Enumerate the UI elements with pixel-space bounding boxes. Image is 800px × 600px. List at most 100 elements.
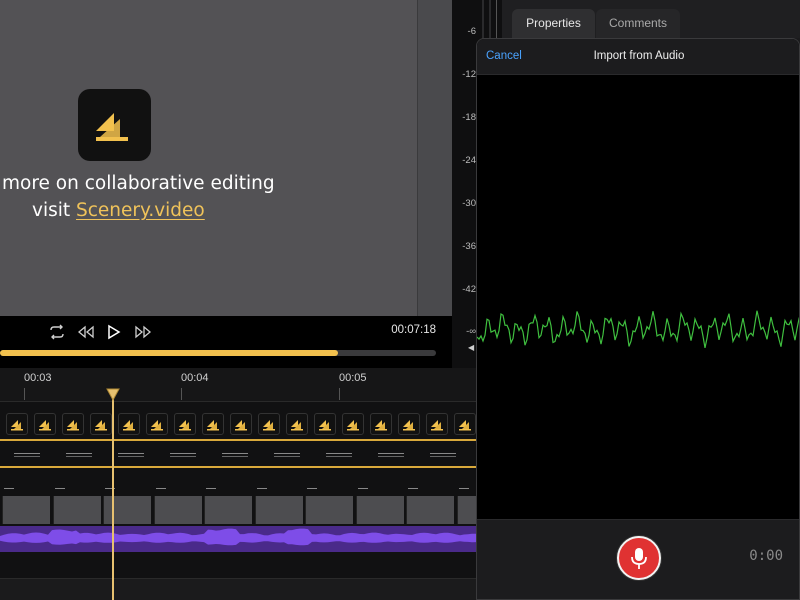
overlay-clip[interactable] bbox=[406, 496, 454, 524]
clip-thumbnail[interactable] bbox=[286, 413, 308, 435]
meter-label: -30 bbox=[462, 198, 476, 209]
clip-thumbnail[interactable] bbox=[230, 413, 252, 435]
overlay-clip-label bbox=[408, 488, 418, 491]
meter-label: -36 bbox=[462, 241, 476, 252]
clip-thumbnail[interactable] bbox=[342, 413, 364, 435]
overlay-clip[interactable] bbox=[305, 496, 353, 524]
ruler-tick-label: 00:04 bbox=[181, 372, 209, 384]
inspector-tabs: Properties Comments bbox=[502, 0, 800, 38]
overlay-clip-label bbox=[54, 488, 65, 491]
clip-thumbnail[interactable] bbox=[146, 413, 168, 435]
video-track[interactable] bbox=[0, 413, 476, 437]
caption-clip[interactable] bbox=[170, 453, 196, 457]
logo-icon bbox=[11, 420, 23, 431]
logo-icon bbox=[95, 420, 107, 431]
ruler-mark bbox=[24, 388, 25, 400]
logo-icon bbox=[403, 420, 415, 431]
overlay-clip[interactable] bbox=[2, 496, 50, 524]
caption-clip[interactable] bbox=[66, 453, 92, 457]
overlay-clip[interactable] bbox=[153, 496, 202, 524]
clip-thumbnail[interactable] bbox=[258, 413, 280, 435]
preview-caption: more on collaborative editing visit Scen… bbox=[0, 170, 275, 224]
logo-icon bbox=[207, 420, 219, 431]
overlay-clip-label bbox=[4, 488, 14, 491]
preview-side-panel bbox=[417, 0, 452, 316]
caption-clip[interactable] bbox=[326, 453, 352, 457]
clip-thumbnail[interactable] bbox=[314, 413, 336, 435]
meter-label: -∞ bbox=[466, 326, 476, 337]
clip-thumbnail[interactable] bbox=[6, 413, 28, 435]
clip-border bbox=[0, 466, 476, 468]
clip-thumbnail[interactable] bbox=[202, 413, 224, 435]
caption-clip[interactable] bbox=[118, 453, 144, 457]
scenery-link[interactable]: Scenery.video bbox=[76, 200, 205, 221]
progress-fill bbox=[0, 350, 338, 356]
caption-line-1: more on collaborative editing bbox=[2, 173, 275, 194]
overlay-clip[interactable] bbox=[456, 496, 476, 524]
recording-time: 0:00 bbox=[749, 548, 783, 564]
clip-thumbnail[interactable] bbox=[174, 413, 196, 435]
timeline-scrollbar[interactable] bbox=[0, 578, 476, 600]
overlay-clip-label bbox=[206, 488, 216, 491]
clip-thumbnail[interactable] bbox=[398, 413, 420, 435]
overlay-clip[interactable] bbox=[103, 496, 151, 524]
time-ruler[interactable]: 00:03 00:04 00:05 bbox=[0, 368, 476, 402]
ruler-mark bbox=[339, 388, 340, 400]
caption-clip[interactable] bbox=[222, 453, 248, 457]
overlay-clip[interactable] bbox=[204, 496, 252, 524]
meter-arrow-icon[interactable]: ◀ bbox=[468, 343, 474, 352]
overlay-clip-label bbox=[307, 488, 317, 491]
current-time: 00:07:18 bbox=[391, 324, 436, 336]
logo-icon bbox=[67, 420, 79, 431]
caption-clip[interactable] bbox=[274, 453, 300, 457]
clip-thumbnail[interactable] bbox=[426, 413, 448, 435]
ruler-mark bbox=[181, 388, 182, 400]
overlay-clip[interactable] bbox=[355, 496, 404, 524]
logo-icon bbox=[235, 420, 247, 431]
meter-label: -6 bbox=[467, 26, 476, 37]
fast-forward-button[interactable] bbox=[133, 324, 153, 342]
modal-footer: 0:00 bbox=[477, 519, 799, 599]
app-logo-icon bbox=[78, 89, 151, 161]
meter-label: -12 bbox=[462, 69, 476, 80]
play-button[interactable] bbox=[106, 324, 126, 342]
clip-thumbnail[interactable] bbox=[370, 413, 392, 435]
video-preview[interactable]: more on collaborative editing visit Scen… bbox=[0, 0, 417, 316]
loop-button[interactable] bbox=[48, 324, 68, 342]
rewind-button[interactable] bbox=[76, 324, 96, 342]
clip-thumbnail[interactable] bbox=[90, 413, 112, 435]
logo-icon bbox=[179, 420, 191, 431]
progress-track[interactable] bbox=[0, 350, 436, 356]
meter-label: -24 bbox=[462, 155, 476, 166]
clip-thumbnail[interactable] bbox=[454, 413, 476, 435]
overlay-track[interactable] bbox=[0, 486, 476, 526]
clip-border bbox=[0, 439, 476, 441]
audio-track[interactable] bbox=[0, 526, 476, 552]
caption-prefix: visit bbox=[32, 200, 77, 221]
logo-icon bbox=[151, 420, 163, 431]
playhead-handle-icon[interactable] bbox=[106, 388, 120, 402]
caption-clip[interactable] bbox=[378, 453, 404, 457]
overlay-clip[interactable] bbox=[52, 496, 101, 524]
clip-thumbnail[interactable] bbox=[34, 413, 56, 435]
overlay-clip[interactable] bbox=[254, 496, 303, 524]
tab-comments[interactable]: Comments bbox=[596, 9, 680, 38]
logo-icon bbox=[39, 420, 51, 431]
loop-icon bbox=[50, 324, 64, 340]
clip-thumbnail[interactable] bbox=[62, 413, 84, 435]
record-button[interactable] bbox=[617, 536, 661, 580]
live-waveform bbox=[477, 310, 799, 349]
timeline[interactable]: 00:03 00:04 00:05 bbox=[0, 368, 476, 600]
logo-icon bbox=[319, 420, 331, 431]
overlay-clip-label bbox=[357, 488, 368, 491]
tab-properties[interactable]: Properties bbox=[512, 9, 595, 38]
audio-waveform bbox=[0, 528, 476, 546]
caption-clip[interactable] bbox=[14, 453, 40, 457]
playhead[interactable] bbox=[112, 392, 114, 600]
clip-thumbnail[interactable] bbox=[118, 413, 140, 435]
meter-label: -18 bbox=[462, 112, 476, 123]
ruler-tick-label: 00:03 bbox=[24, 372, 52, 384]
modal-title: Import from Audio bbox=[593, 50, 685, 62]
caption-track[interactable] bbox=[0, 445, 476, 467]
caption-clip[interactable] bbox=[430, 453, 456, 457]
